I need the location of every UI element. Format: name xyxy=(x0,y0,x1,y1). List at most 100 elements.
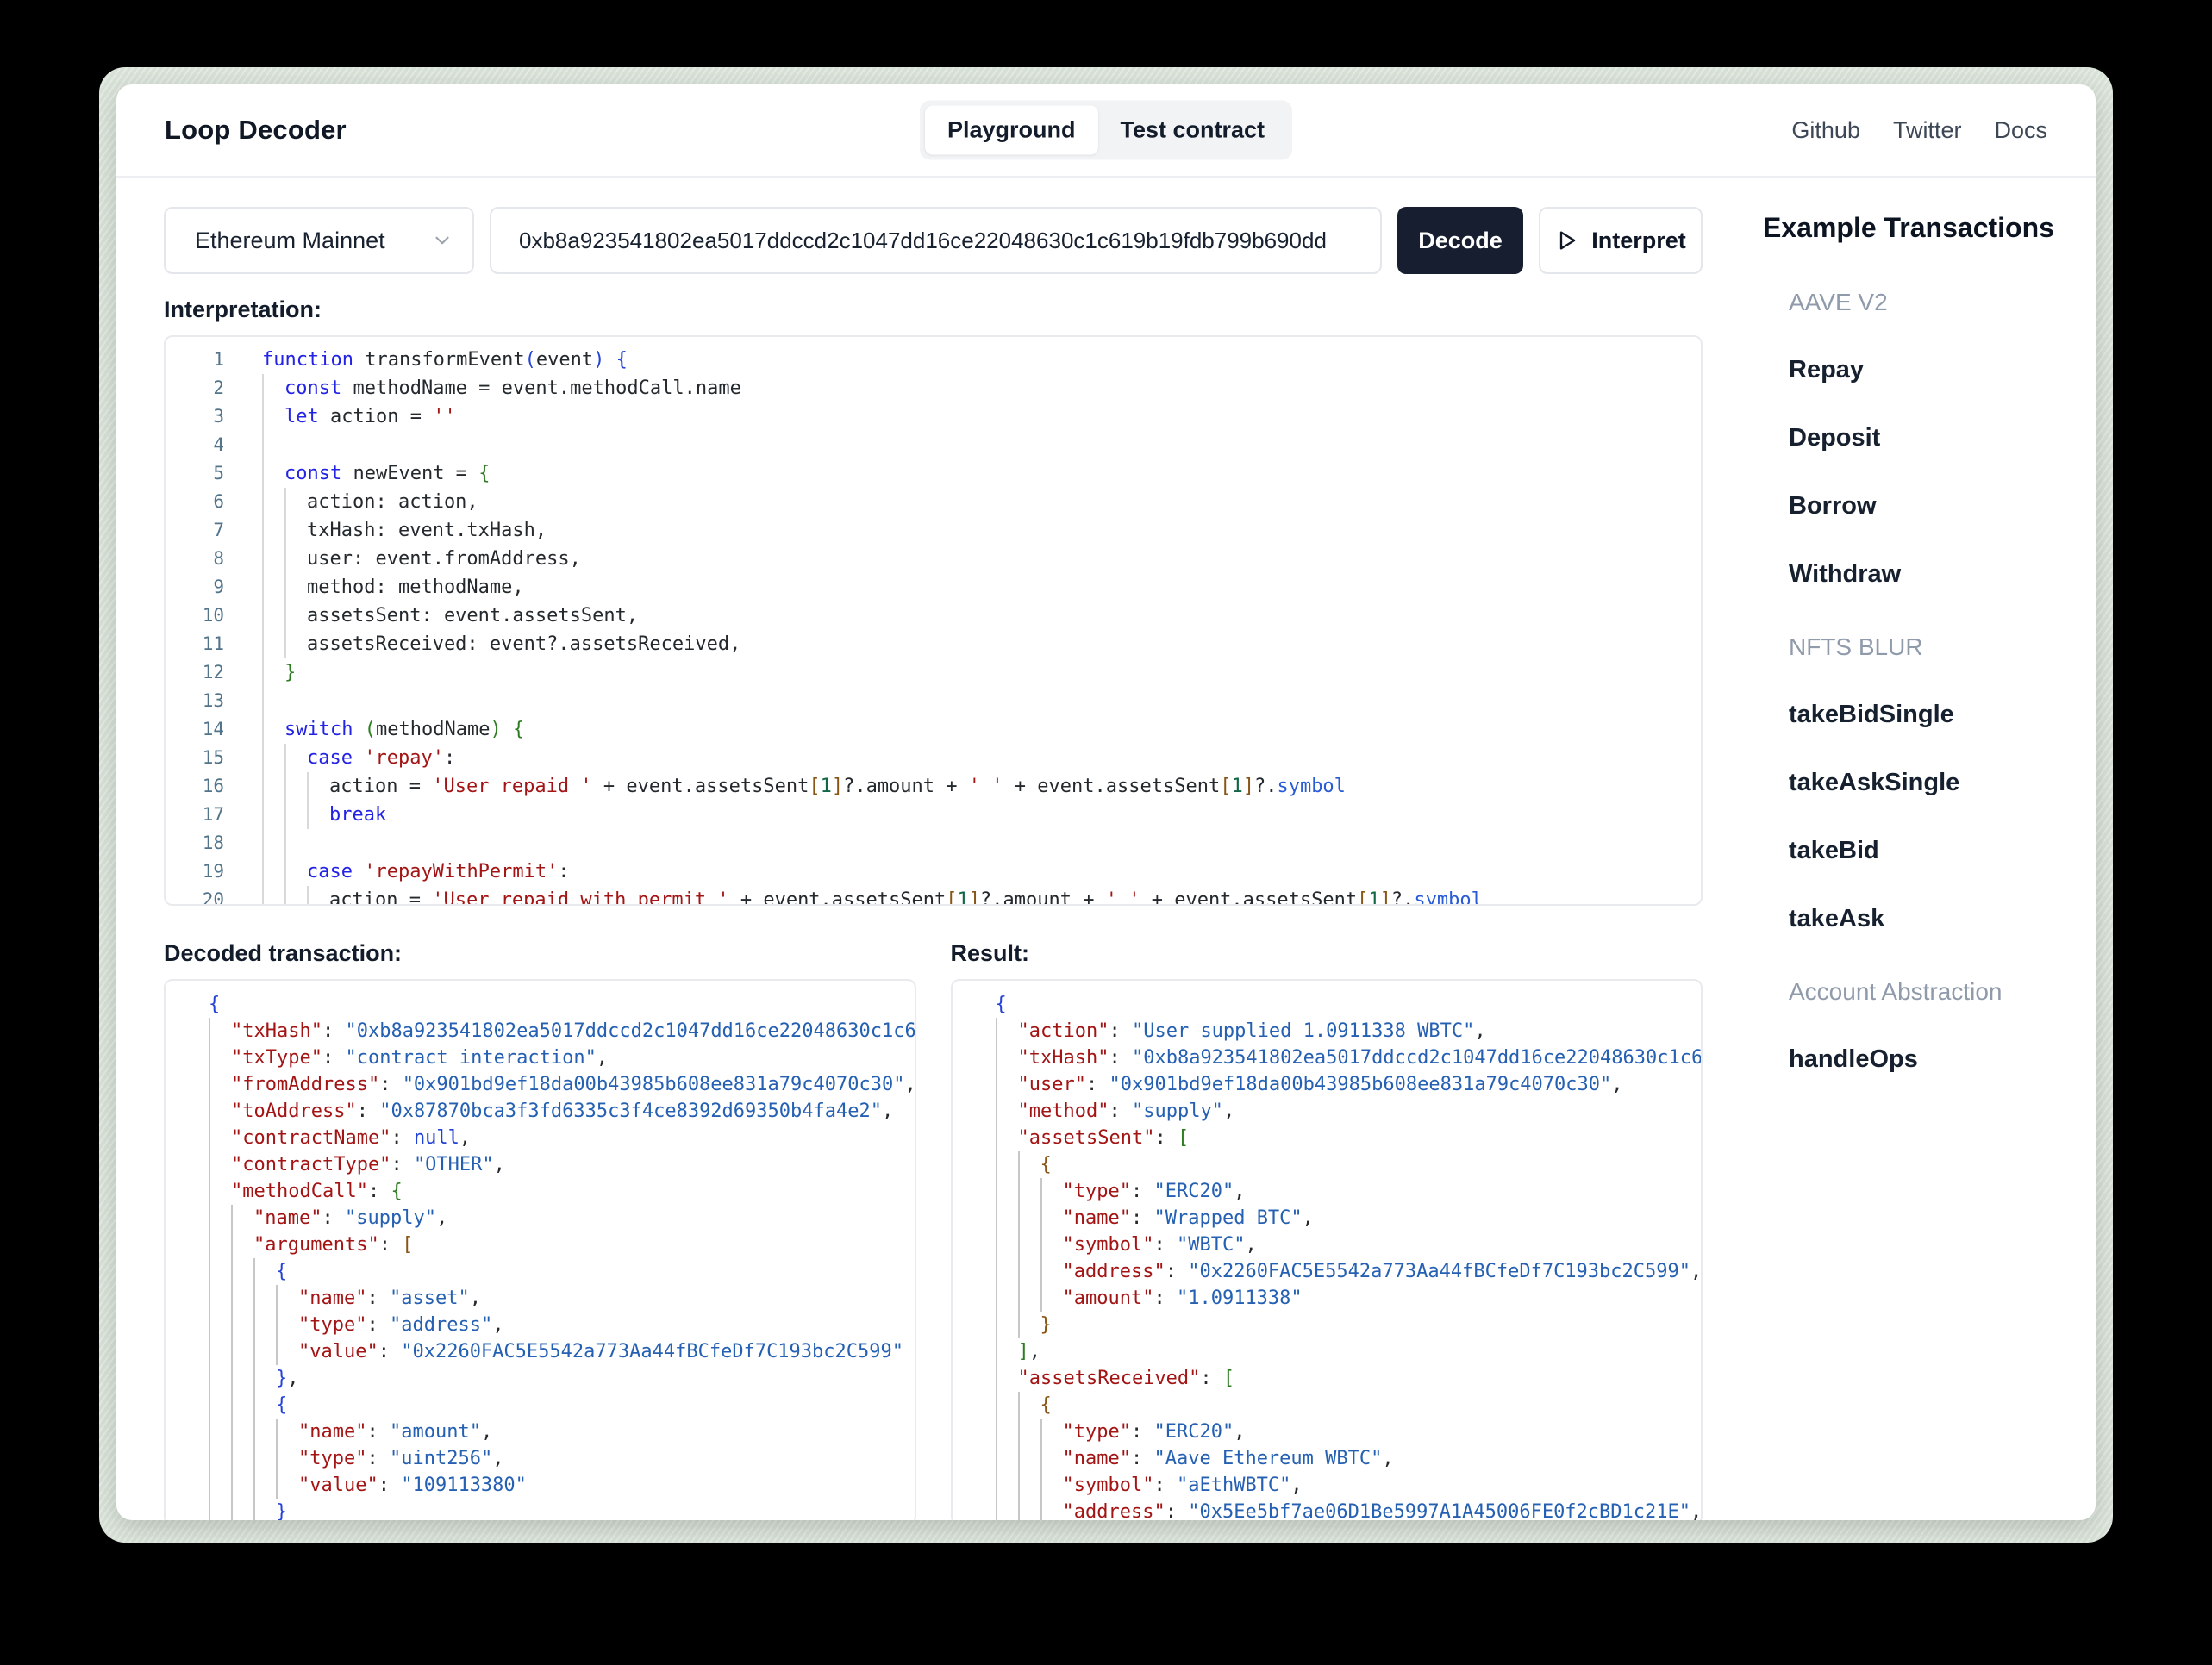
code-line: 20 action = 'User repaid with permit ' + … xyxy=(166,886,1701,904)
json-line: "action": "User supplied 1.0911338 WBTC"… xyxy=(995,1018,1702,1045)
app-title: Loop Decoder xyxy=(165,115,347,145)
json-line: "methodCall": { xyxy=(209,1178,915,1205)
json-line: { xyxy=(209,1258,915,1285)
json-line: "name": "amount", xyxy=(209,1419,915,1445)
interpret-label: Interpret xyxy=(1591,227,1686,253)
json-line: "assetsSent": [ xyxy=(995,1125,1702,1151)
content: Ethereum Mainnet Decode Interpret xyxy=(116,178,2096,1520)
toolbar: Ethereum Mainnet Decode Interpret xyxy=(164,207,1703,274)
network-select[interactable]: Ethereum Mainnet xyxy=(164,207,474,274)
json-line: { xyxy=(995,1392,1702,1419)
code-line: 15 case 'repay': xyxy=(166,744,1701,772)
interpretation-code-editor[interactable]: 1 function transformEvent(event) { 2 const … xyxy=(164,335,1703,906)
network-select-value: Ethereum Mainnet xyxy=(195,227,385,253)
json-line: "name": "Aave Ethereum WBTC", xyxy=(995,1445,1702,1472)
example-transaction-item[interactable]: Deposit xyxy=(1789,424,2096,452)
json-line: "txHash": "0xb8a923541802ea5017ddccd2c10… xyxy=(209,1018,915,1045)
app-frame: Loop Decoder Playground Test contract Git… xyxy=(99,67,2113,1543)
json-line: "user": "0x901bd9ef18da00b43985b608ee831… xyxy=(995,1071,1702,1098)
interpret-button[interactable]: Interpret xyxy=(1539,207,1703,274)
code-line: 2 const methodName = event.methodCall.nam… xyxy=(166,374,1701,402)
json-line: "fromAddress": "0x901bd9ef18da00b43985b6… xyxy=(209,1071,915,1098)
code-line: 16 action = 'User repaid ' + event.assets… xyxy=(166,772,1701,801)
code-line: 1 function transformEvent(event) { xyxy=(213,349,628,371)
code-line: 6 action: action, xyxy=(166,488,1701,516)
result-label: Result: xyxy=(950,940,1030,966)
code-line: 19 case 'repayWithPermit': xyxy=(166,857,1701,886)
nav-link-github[interactable]: Github xyxy=(1791,117,1860,144)
json-line: "txHash": "0xb8a923541802ea5017ddccd2c10… xyxy=(995,1045,1701,1071)
json-line: "symbol": "WBTC", xyxy=(995,1232,1702,1258)
decode-button[interactable]: Decode xyxy=(1397,207,1523,274)
decoded-json-viewer: { "txHash": "0xb8a923541802ea5017ddccd2c1… xyxy=(164,979,916,1520)
json-line: "value": "109113380" xyxy=(209,1472,915,1499)
json-line: "value": "0x2260FAC5E5542a773Aa44fBCfeDf… xyxy=(209,1338,915,1365)
chevron-down-icon xyxy=(431,229,453,252)
nav-link-docs[interactable]: Docs xyxy=(1994,117,2047,144)
json-line: "name": "asset", xyxy=(209,1285,915,1312)
code-line: 8 user: event.fromAddress, xyxy=(166,545,1701,573)
example-transaction-item[interactable]: Repay xyxy=(1789,356,2096,384)
code-line: 12} xyxy=(166,658,1701,687)
interpretation-label: Interpretation: xyxy=(164,296,322,322)
json-line: { xyxy=(995,994,1007,1015)
code-line: 5 const newEvent = { xyxy=(166,459,1701,488)
examples-group-header: NFTS BLUR xyxy=(1789,633,1923,660)
decoded-label: Decoded transaction: xyxy=(164,940,403,966)
json-line: }, xyxy=(209,1365,915,1392)
example-transaction-item[interactable]: handleOps xyxy=(1789,1045,2096,1074)
json-line: "type": "address", xyxy=(209,1312,915,1338)
json-line: ], xyxy=(995,1338,1702,1365)
example-transaction-item[interactable]: Borrow xyxy=(1789,492,2096,521)
json-line: "txType": "contract interaction", xyxy=(209,1045,915,1071)
main-column: Ethereum Mainnet Decode Interpret xyxy=(164,178,1703,1520)
json-line: } xyxy=(995,1312,1702,1338)
json-line: "name": "supply", xyxy=(209,1205,915,1232)
code-line: 17 break xyxy=(166,801,1701,829)
play-icon xyxy=(1555,228,1579,253)
nav-link-twitter[interactable]: Twitter xyxy=(1893,117,1962,144)
code-line: 13 xyxy=(166,687,1701,715)
examples-group-header: Account Abstraction xyxy=(1789,978,2003,1005)
app-header: Loop Decoder Playground Test contract Git… xyxy=(116,84,2096,178)
json-line: "name": "Wrapped BTC", xyxy=(995,1205,1702,1232)
code-line: 18 xyxy=(166,829,1701,857)
json-line: "contractName": null, xyxy=(209,1125,915,1151)
json-line: "symbol": "aEthWBTC", xyxy=(995,1472,1702,1499)
json-line: "type": "ERC20", xyxy=(995,1178,1702,1205)
examples-sidebar: Example Transactions AAVE V2 Repay Deposit… xyxy=(1763,178,2096,1074)
json-line: "toAddress": "0x87870bca3f3fd6335c3f4ce8… xyxy=(209,1098,915,1125)
header-nav: Github Twitter Docs xyxy=(1791,84,2047,176)
example-transaction-item[interactable]: takeBid xyxy=(1789,837,2096,865)
json-line: { xyxy=(995,1151,1702,1178)
json-line: "assetsReceived": [ xyxy=(995,1365,1702,1392)
json-line: "address": "0x2260FAC5E5542a773Aa44fBCfe… xyxy=(995,1258,1701,1285)
result-column: Result: { "action": "User supplied 1.0911… xyxy=(950,940,1703,1520)
output-row: Decoded transaction: { "txHash": "0xb8a92… xyxy=(164,940,1703,1520)
tx-hash-input[interactable] xyxy=(490,207,1382,274)
code-line: 10 assetsSent: event.assetsSent, xyxy=(166,602,1701,630)
code-line: 11 assetsReceived: event?.assetsReceived, xyxy=(166,630,1701,658)
code-line: 7 txHash: event.txHash, xyxy=(166,516,1701,545)
json-line: "method": "supply", xyxy=(995,1098,1702,1125)
examples-group-header: AAVE V2 xyxy=(1789,289,1888,315)
json-line: "amount": "1.0911338" xyxy=(995,1285,1702,1312)
example-transaction-item[interactable]: takeAskSingle xyxy=(1789,769,2096,797)
tab-playground[interactable]: Playground xyxy=(924,105,1098,155)
code-line: 14 switch (methodName) { xyxy=(166,715,1701,744)
decoded-column: Decoded transaction: { "txHash": "0xb8a92… xyxy=(164,940,916,1520)
json-line: "address": "0x5Ee5bf7ae06D1Be5997A1A4500… xyxy=(995,1499,1701,1520)
examples-groups: AAVE V2 Repay Deposit Borrow Withdraw NFTS BL… xyxy=(1763,289,2096,1074)
json-line: "type": "uint256", xyxy=(209,1445,915,1472)
example-transaction-item[interactable]: takeBidSingle xyxy=(1789,701,2096,729)
json-line: "contractType": "OTHER", xyxy=(209,1151,915,1178)
json-line: "type": "ERC20", xyxy=(995,1419,1702,1445)
code-line: 9 method: methodName, xyxy=(166,573,1701,602)
json-line: } xyxy=(209,1499,915,1520)
example-transaction-item[interactable]: takeAsk xyxy=(1789,905,2096,933)
code-line: 4 xyxy=(166,431,1701,459)
tab-test-contract[interactable]: Test contract xyxy=(1097,106,1287,155)
example-transaction-item[interactable]: Withdraw xyxy=(1789,560,2096,589)
app-card: Loop Decoder Playground Test contract Git… xyxy=(116,84,2096,1520)
examples-title: Example Transactions xyxy=(1763,212,2054,243)
